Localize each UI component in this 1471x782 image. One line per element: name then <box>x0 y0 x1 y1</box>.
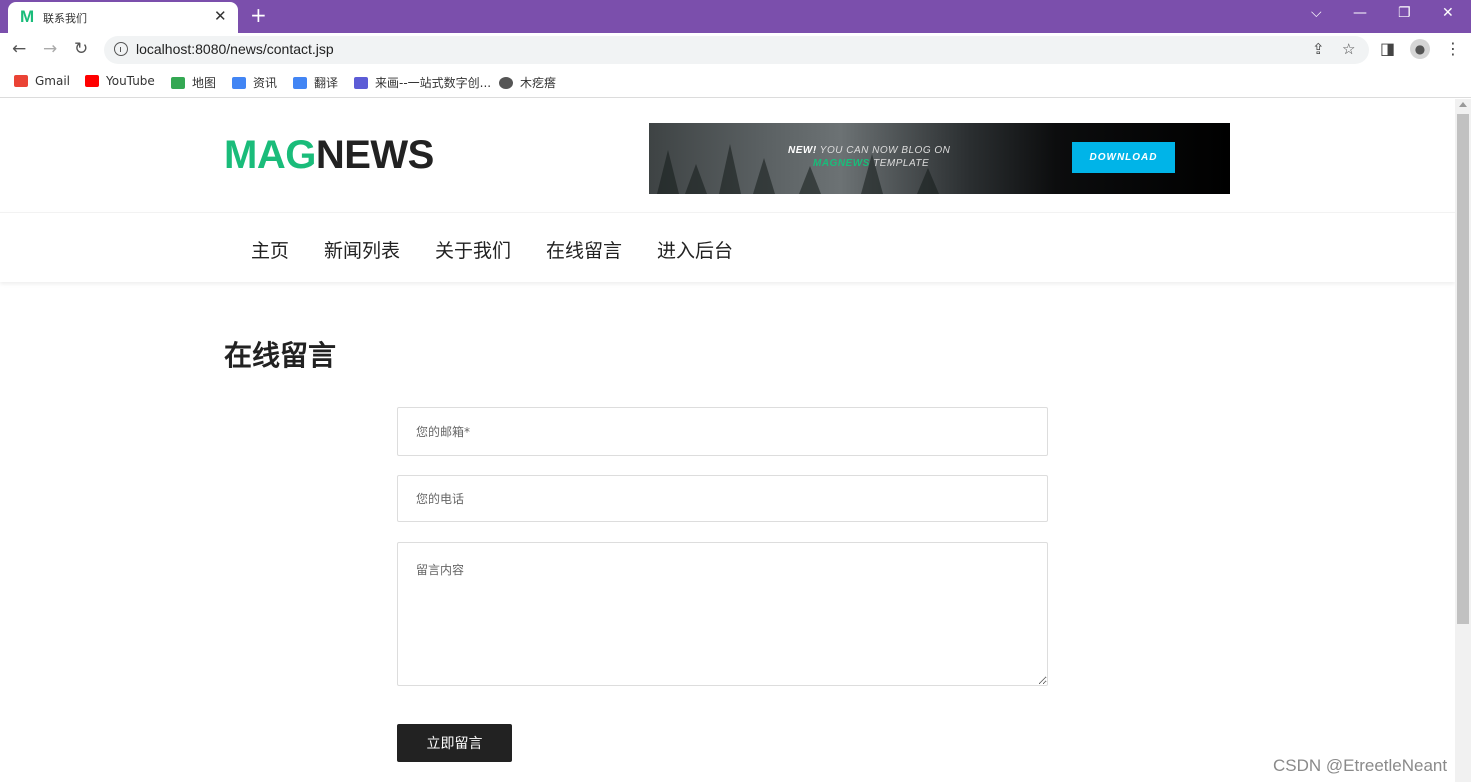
logo-part-mag: MAG <box>224 133 316 177</box>
banner-tree-decor <box>657 150 679 194</box>
nav-item-home[interactable]: 主页 <box>251 236 289 263</box>
url-text[interactable]: localhost:8080/news/contact.jsp <box>136 41 334 57</box>
banner-tree-decor <box>685 164 707 194</box>
watermark: CSDN @EtreetleNeant <box>1273 756 1448 775</box>
restore-icon[interactable]: ❐ <box>1398 5 1411 21</box>
bookmark-gmail[interactable]: Gmail <box>14 74 70 88</box>
side-panel-icon[interactable]: ◨ <box>1380 39 1395 58</box>
banner-tree-decor <box>917 168 939 194</box>
banner-headline: NEW! YOU CAN NOW BLOG ON <box>788 145 950 156</box>
tab-title: 联系我们 <box>43 12 87 25</box>
address-bar[interactable]: localhost:8080/news/contact.jsp ⇪ ☆ <box>104 36 1369 64</box>
banner-subline: MAGNEWS TEMPLATE <box>813 158 929 169</box>
menu-kebab-icon[interactable]: ⋮ <box>1445 39 1461 58</box>
site-info-icon[interactable] <box>114 42 128 56</box>
news-icon <box>232 77 246 89</box>
laihua-icon <box>354 77 368 89</box>
site-favicon-icon: M <box>20 7 35 26</box>
tab-search-dropdown-icon[interactable]: ⌵ <box>1311 5 1322 21</box>
browser-toolbar: ← → ↻ localhost:8080/news/contact.jsp ⇪ … <box>0 33 1471 66</box>
bookmark-laihua[interactable]: 来画--一站式数字创... <box>354 74 491 91</box>
bookmark-mugeda[interactable]: 木疙瘩 <box>499 74 556 91</box>
main-navigation: 主页 新闻列表 关于我们 在线留言 进入后台 <box>0 212 1455 282</box>
minimize-icon[interactable]: — <box>1353 5 1367 21</box>
banner-tree-decor <box>799 166 821 194</box>
nav-item-about[interactable]: 关于我们 <box>435 236 511 263</box>
scroll-thumb[interactable] <box>1457 114 1469 624</box>
banner-tree-decor <box>753 158 775 194</box>
forward-icon[interactable]: → <box>43 39 57 59</box>
bookmark-translate[interactable]: 翻译 <box>293 74 338 91</box>
banner-line2: TEMPLATE <box>869 158 930 169</box>
banner-line1: YOU CAN NOW BLOG ON <box>816 145 951 156</box>
youtube-icon <box>85 75 99 87</box>
submit-message-button[interactable]: 立即留言 <box>397 724 512 762</box>
globe-icon <box>499 77 513 89</box>
banner-brand: MAGNEWS <box>813 158 870 169</box>
maps-icon <box>171 77 185 89</box>
header-banner-ad[interactable]: NEW! YOU CAN NOW BLOG ON MAGNEWS TEMPLAT… <box>649 123 1230 194</box>
message-textarea[interactable] <box>397 542 1048 686</box>
browser-tab[interactable]: M 联系我们 ✕ <box>8 2 238 33</box>
bookmark-maps[interactable]: 地图 <box>171 74 216 91</box>
tab-close-icon[interactable]: ✕ <box>214 7 227 25</box>
window-close-icon[interactable]: ✕ <box>1442 5 1454 21</box>
nav-item-admin[interactable]: 进入后台 <box>657 236 733 263</box>
bookmark-news[interactable]: 资讯 <box>232 74 277 91</box>
banner-new-label: NEW! <box>788 145 817 156</box>
banner-download-button[interactable]: DOWNLOAD <box>1072 142 1175 173</box>
back-icon[interactable]: ← <box>12 39 26 59</box>
bookmark-youtube[interactable]: YouTube <box>85 74 155 88</box>
bookmarks-bar: Gmail YouTube 地图 资讯 翻译 来画--一站式数字创... 木疙瘩 <box>0 66 1471 98</box>
new-tab-icon[interactable]: + <box>250 3 267 27</box>
page-scrollbar[interactable] <box>1455 99 1471 782</box>
browser-tab-bar: M 联系我们 ✕ + ⌵ — ❐ ✕ <box>0 0 1471 33</box>
email-field[interactable] <box>397 407 1048 456</box>
translate-icon <box>293 77 307 89</box>
share-icon[interactable]: ⇪ <box>1312 40 1325 58</box>
nav-item-message[interactable]: 在线留言 <box>546 236 622 263</box>
site-logo[interactable]: MAGNEWS <box>224 133 434 178</box>
page-title: 在线留言 <box>224 339 337 372</box>
bookmark-star-icon[interactable]: ☆ <box>1342 40 1355 58</box>
gmail-icon <box>14 75 28 87</box>
logo-part-news: NEWS <box>315 133 435 177</box>
banner-tree-decor <box>719 144 741 194</box>
nav-item-news-list[interactable]: 新闻列表 <box>324 236 400 263</box>
scroll-up-arrow-icon[interactable] <box>1459 102 1467 107</box>
reload-icon[interactable]: ↻ <box>74 39 88 59</box>
profile-avatar-icon[interactable]: ● <box>1410 39 1430 59</box>
phone-field[interactable] <box>397 475 1048 522</box>
page-viewport: MAGNEWS NEW! YOU CAN NOW BLOG ON MAGNEWS… <box>0 99 1455 782</box>
